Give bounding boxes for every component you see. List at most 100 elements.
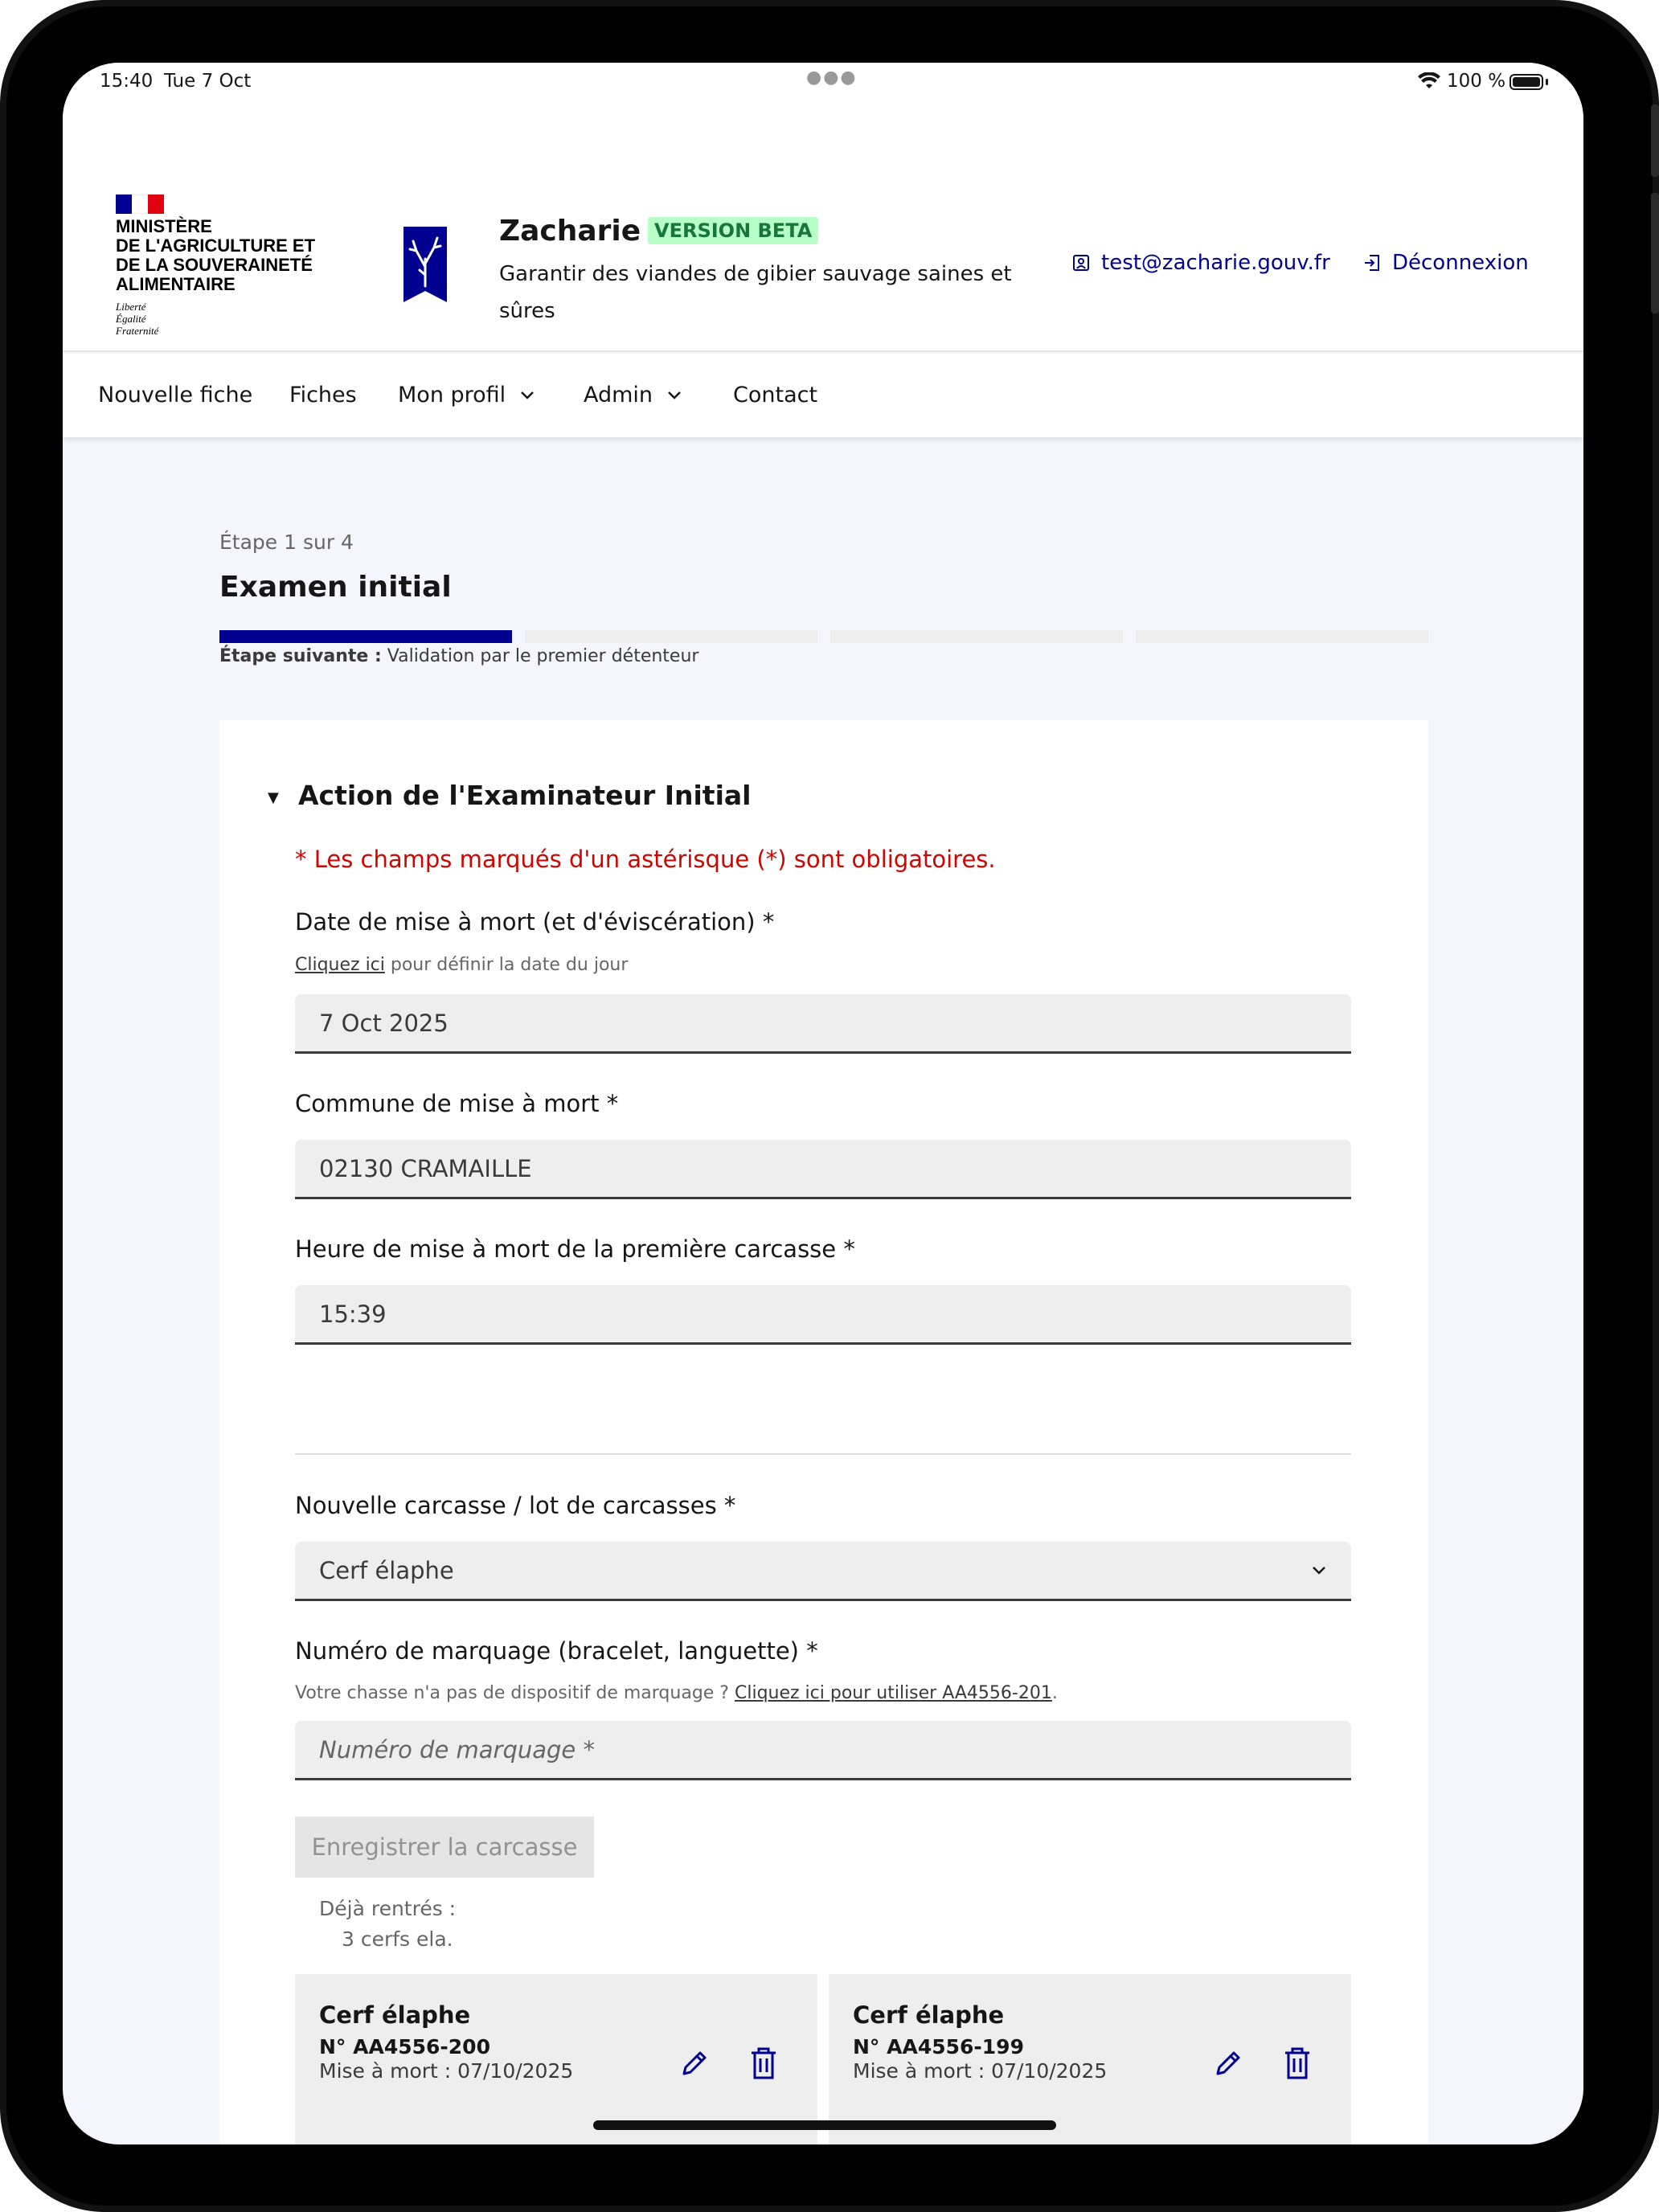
heure-field[interactable]: 15:39 [295, 1285, 1351, 1345]
progress-segment [219, 630, 512, 643]
nav-label: Contact [733, 383, 818, 408]
next-step-prefix: Étape suivante : [219, 646, 382, 666]
trash-icon[interactable] [748, 2046, 779, 2080]
logout-label: Déconnexion [1392, 251, 1529, 275]
republic-motto: Liberté Égalité Fraternité [116, 301, 158, 337]
already-value: 3 cerfs ela. [342, 1927, 453, 1951]
accordion-toggle-icon[interactable]: ▼ [268, 789, 279, 806]
nav-label: Nouvelle fiche [98, 383, 253, 408]
date-value: 7 Oct 2025 [319, 1009, 449, 1037]
use-generated-number-link[interactable]: Cliquez ici pour utiliser AA4556-201 [735, 1683, 1052, 1703]
nav-contact[interactable]: Contact [733, 383, 817, 408]
motto-line: Liberté [116, 301, 146, 313]
nav-label: Mon profil [398, 383, 506, 408]
next-step-value: Validation par le premier détenteur [387, 646, 699, 666]
required-fields-note: * Les champs marqués d'un astérisque (*)… [295, 846, 996, 873]
carcass-card[interactable]: Cerf élaphe N° AA4556-200 Mise à mort : … [295, 1974, 817, 2144]
already-label: Déjà rentrés : [319, 1897, 457, 1920]
ministry-line: alimentaire [116, 274, 236, 294]
marquage-hint: Votre chasse n'a pas de dispositif de ma… [295, 1683, 1058, 1703]
multitasking-dots-icon[interactable]: ●●● [806, 68, 858, 88]
espece-value: Cerf élaphe [319, 1556, 454, 1584]
logout-icon [1365, 255, 1379, 271]
step-title: Examen initial [219, 571, 452, 604]
trash-icon[interactable] [1282, 2046, 1313, 2080]
commune-value: 02130 CRAMAILLE [319, 1154, 532, 1182]
nav-label: Admin [584, 383, 653, 408]
already-entered: Déjà rentrés : 3 cerfs ela. [319, 1894, 456, 1955]
marquage-hint-suffix: . [1051, 1683, 1058, 1703]
edit-icon[interactable] [1213, 2048, 1243, 2079]
status-time: 15:40 [100, 71, 154, 92]
progress-segment [525, 630, 817, 643]
commune-label: Commune de mise à mort * [295, 1090, 619, 1117]
logout-link[interactable]: Déconnexion [1363, 251, 1529, 275]
beta-badge: VERSION BETA [648, 217, 819, 244]
step-counter: Étape 1 sur 4 [219, 530, 354, 554]
section-divider [295, 1453, 1351, 1455]
save-carcass-button[interactable]: Enregistrer la carcasse [295, 1817, 594, 1878]
nav-mon-profil[interactable]: Mon profil [398, 383, 535, 408]
date-label: Date de mise à mort (et d'éviscération) … [295, 908, 775, 936]
chevron-down-icon [1313, 1566, 1325, 1575]
site-header: Ministère de l'agriculture et de la souv… [63, 103, 1583, 352]
heure-value: 15:39 [319, 1300, 387, 1328]
carcass-name: Cerf élaphe [319, 2001, 471, 2029]
carcass-number: N° AA4556-199 [853, 2035, 1024, 2058]
progress-segment [1136, 630, 1428, 643]
chevron-down-icon [668, 391, 681, 399]
user-email: test@zacharie.gouv.fr [1101, 251, 1330, 275]
espece-label: Nouvelle carcasse / lot de carcasses * [295, 1492, 736, 1519]
marquage-placeholder: Numéro de marquage * [319, 1735, 595, 1763]
zacharie-logo-icon[interactable] [403, 227, 447, 302]
ministry-line: Ministère [116, 216, 212, 236]
ministry-line: de la souveraineté [116, 255, 313, 275]
wifi-icon [1418, 72, 1440, 88]
ministry-logo[interactable]: Ministère de l'agriculture et de la souv… [116, 217, 315, 294]
screen: 15:40 Tue 7 Oct ●●● 100 % Ministère de l… [63, 63, 1583, 2144]
form-card: ▼ Action de l'Examinateur Initial * Les … [219, 720, 1428, 2144]
heure-label: Heure de mise à mort de la première carc… [295, 1235, 855, 1263]
app-title[interactable]: Zacharie [499, 215, 641, 248]
commune-field[interactable]: 02130 CRAMAILLE [295, 1140, 1351, 1199]
nav-fiches[interactable]: Fiches [289, 383, 357, 408]
marquage-label: Numéro de marquage (bracelet, languette)… [295, 1637, 818, 1665]
carcass-name: Cerf élaphe [853, 2001, 1005, 2029]
motto-line: Égalité [116, 313, 146, 325]
nav-admin[interactable]: Admin [584, 383, 682, 408]
set-today-link[interactable]: Cliquez ici [295, 955, 385, 975]
battery-percent: 100 % [1447, 71, 1506, 92]
stepper-progress-bar [219, 630, 1428, 643]
nav-label: Fiches [289, 383, 357, 408]
carcass-date: Mise à mort : 07/10/2025 [319, 2059, 574, 2083]
status-bar: 15:40 Tue 7 Oct ●●● 100 % [63, 63, 1583, 103]
user-account-link[interactable]: test@zacharie.gouv.fr [1072, 251, 1330, 275]
home-indicator[interactable] [593, 2120, 1056, 2130]
motto-line: Fraternité [116, 325, 159, 337]
app-tagline: Garantir des viandes de gibier sauvage s… [499, 262, 1012, 323]
account-icon [1073, 255, 1089, 271]
marquage-hint-text: Votre chasse n'a pas de dispositif de ma… [295, 1683, 735, 1703]
date-field[interactable]: 7 Oct 2025 [295, 994, 1351, 1054]
date-hint: Cliquez ici pour définir la date du jour [295, 955, 628, 975]
next-step-text: Étape suivante : Validation par le premi… [219, 646, 698, 666]
carcass-date: Mise à mort : 07/10/2025 [853, 2059, 1108, 2083]
volume-up-button [1651, 104, 1659, 177]
main-navigation: Nouvelle fiche Fiches Mon profil Admin C… [63, 354, 1583, 437]
marquage-input[interactable]: Numéro de marquage * [295, 1721, 1351, 1780]
battery-icon [1509, 74, 1543, 90]
edit-icon[interactable] [679, 2048, 710, 2079]
accordion-title[interactable]: Action de l'Examinateur Initial [298, 780, 751, 811]
battery-tip [1546, 79, 1548, 85]
status-date: Tue 7 Oct [164, 71, 252, 92]
espece-select[interactable]: Cerf élaphe [295, 1542, 1351, 1601]
republic-flag-icon [116, 195, 164, 214]
progress-segment [830, 630, 1123, 643]
chevron-down-icon [521, 391, 535, 399]
date-hint-text: pour définir la date du jour [384, 955, 629, 975]
carcass-number: N° AA4556-200 [319, 2035, 490, 2058]
carcass-card[interactable]: Cerf élaphe N° AA4556-199 Mise à mort : … [829, 1974, 1351, 2144]
nav-nouvelle-fiche[interactable]: Nouvelle fiche [98, 383, 252, 408]
volume-down-button [1651, 193, 1659, 313]
ministry-line: de l'agriculture et [116, 236, 316, 256]
